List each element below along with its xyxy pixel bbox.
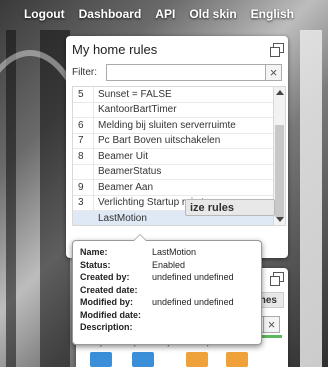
scene-tile[interactable] — [132, 352, 154, 367]
tooltip-label: Description: — [80, 322, 133, 333]
nav-api-link[interactable]: API — [155, 7, 175, 21]
rule-name: Sunset = FALSE — [93, 87, 273, 102]
rule-name: BeamerStatus — [93, 164, 273, 179]
rule-number: 7 — [78, 135, 84, 147]
tooltip-row: Status: Enabled — [80, 259, 254, 272]
tooltip-row: Modified by: undefined undefined — [80, 296, 254, 309]
scene-tile[interactable] — [226, 352, 248, 367]
filter-label: Filter: — [72, 66, 97, 78]
background-frame — [300, 30, 322, 367]
tooltip-label: Status: — [80, 259, 111, 270]
tooltip-row: Created date: — [80, 284, 254, 297]
rule-row[interactable]: 5 Sunset = FALSE — [73, 87, 273, 103]
rules-scrollbar[interactable] — [274, 86, 286, 226]
scene-tile[interactable] — [186, 352, 208, 367]
tooltip-row: Name: LastMotion — [80, 246, 254, 259]
panel-header: My home rules — [66, 36, 288, 62]
tooltip-row: Created by: undefined undefined — [80, 271, 254, 284]
rule-row[interactable]: 8 Beamer Uit — [73, 149, 273, 165]
rule-row[interactable]: 6 Melding bij sluiten serverruimte — [73, 118, 273, 134]
tooltip-value: Enabled — [152, 259, 186, 270]
organize-rules-button[interactable]: ize rules — [185, 199, 275, 216]
tooltip-row: Modified date: — [80, 309, 254, 322]
rule-number: 6 — [78, 119, 84, 131]
tooltip-row: Description: — [80, 321, 254, 334]
tooltip-value: LastMotion — [152, 247, 197, 258]
rule-name: Beamer Aan — [93, 180, 273, 195]
tooltip-label: Modified by: — [80, 297, 133, 308]
filter-input[interactable] — [106, 63, 266, 81]
tooltip-label: Created date: — [80, 284, 138, 295]
rule-row[interactable]: 9 Beamer Aan — [73, 180, 273, 196]
rule-number: 9 — [78, 181, 84, 193]
scroll-down-icon[interactable] — [276, 217, 284, 222]
rule-name: KantoorBartTimer — [93, 102, 273, 117]
tooltip-label: Name: — [80, 247, 108, 258]
window-toggle-icon[interactable] — [270, 43, 284, 57]
nav-old-skin-link[interactable]: Old skin — [189, 7, 236, 21]
tooltip-label: Created by: — [80, 272, 130, 283]
tooltip-label: Modified date: — [80, 309, 141, 320]
rule-row[interactable]: 7 Pc Bart Boven uitschakelen — [73, 133, 273, 149]
rules-panel: My home rules Filter: × 5 Sunset = FALSE K… — [66, 36, 288, 258]
rule-number: 3 — [78, 197, 84, 209]
rule-row[interactable]: KantoorBartTimer — [73, 102, 273, 118]
rule-details-tooltip: Name: LastMotion Status: Enabled Created by:… — [72, 234, 262, 345]
nav-language-link[interactable]: English — [251, 7, 294, 21]
scroll-up-icon[interactable] — [276, 90, 284, 95]
tooltip-value: undefined undefined — [152, 297, 234, 308]
scroll-thumb[interactable] — [275, 125, 284, 217]
scenes-clear-button[interactable]: × — [264, 316, 280, 333]
filter-row: Filter: × — [72, 63, 282, 81]
rule-number: 8 — [78, 150, 84, 162]
window-toggle-icon[interactable] — [270, 272, 284, 286]
top-nav: Logout Dashboard API Old skin English — [0, 0, 328, 28]
rule-name: Pc Bart Boven uitschakelen — [93, 133, 273, 148]
nav-logout-link[interactable]: Logout — [24, 7, 65, 21]
rule-number: 5 — [78, 88, 84, 100]
clear-filter-button[interactable]: × — [266, 63, 282, 81]
rule-row[interactable]: BeamerStatus — [73, 164, 273, 180]
rule-name: Beamer Uit — [93, 149, 273, 164]
nav-dashboard-link[interactable]: Dashboard — [79, 7, 142, 21]
panel-title: My home rules — [72, 41, 158, 57]
scene-tile[interactable] — [90, 352, 112, 367]
rule-name: Melding bij sluiten serverruimte — [93, 118, 273, 133]
tooltip-value: undefined undefined — [152, 272, 234, 283]
